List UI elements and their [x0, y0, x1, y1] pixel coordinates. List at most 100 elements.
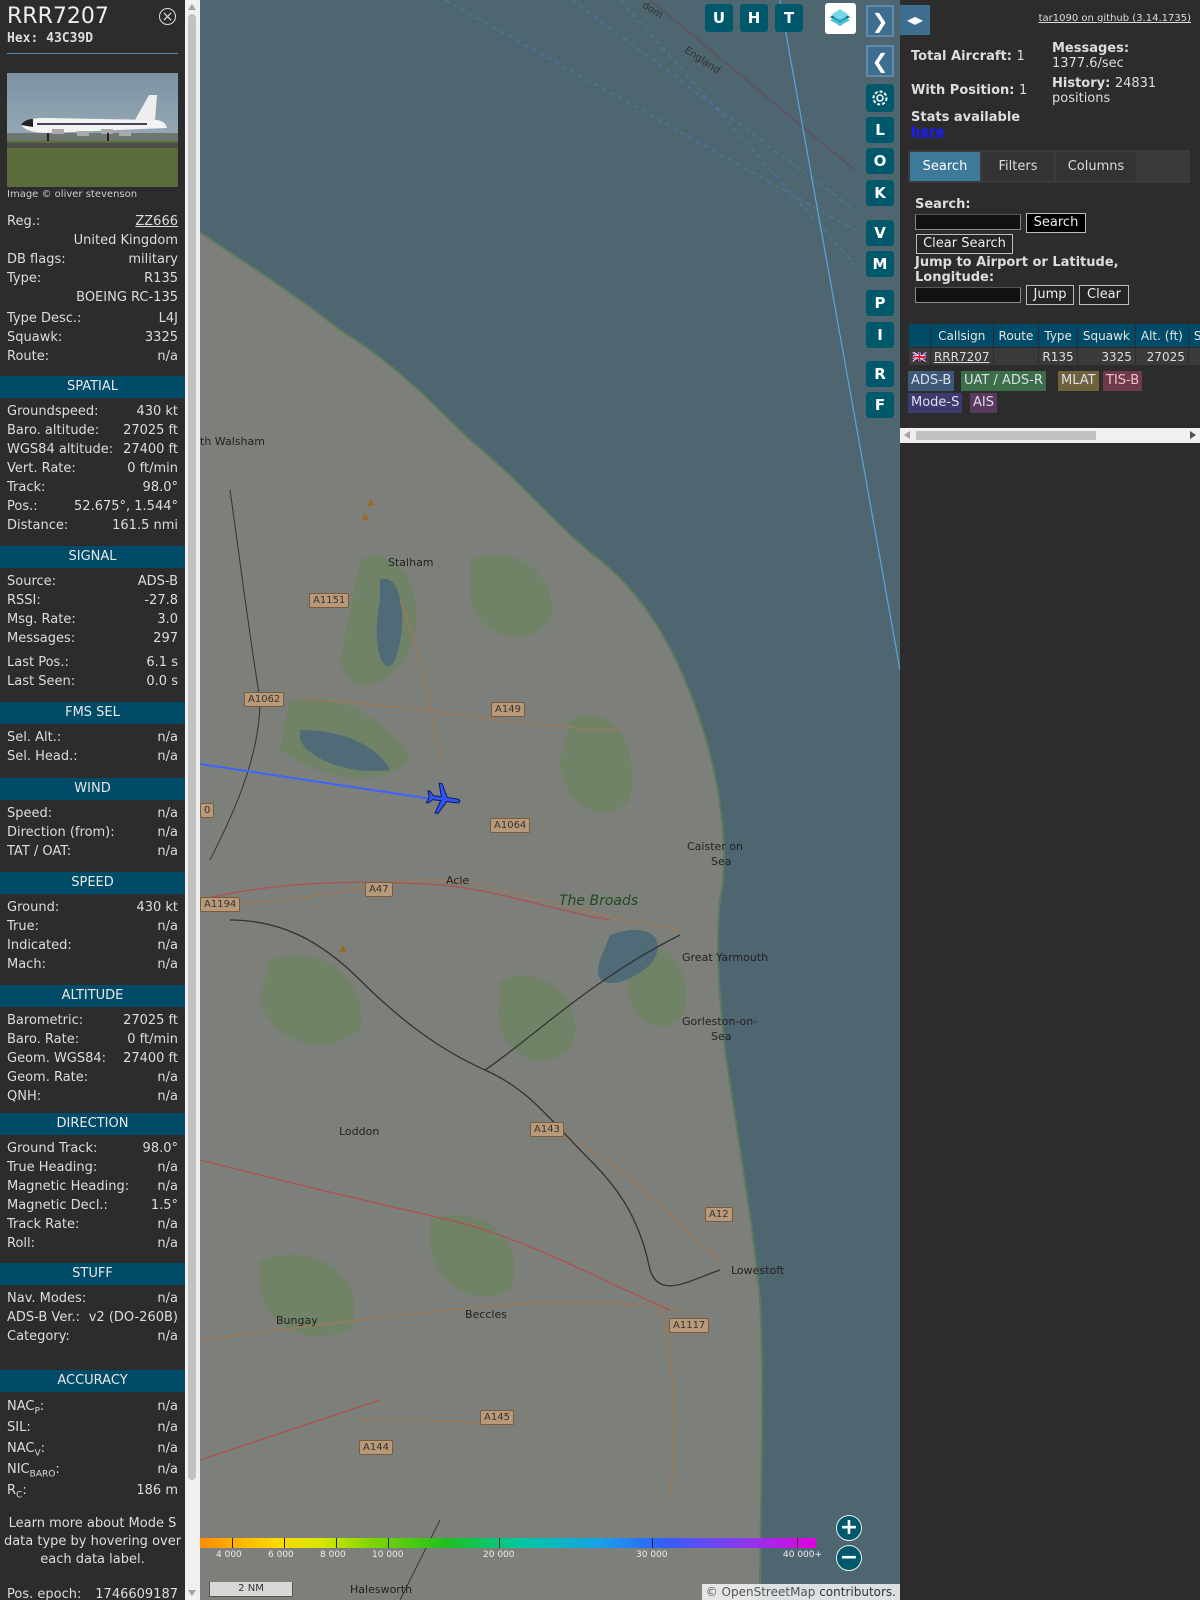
table-horizontal-scrollbar[interactable]	[900, 428, 1200, 443]
section-header-wind[interactable]: WIND	[0, 778, 185, 800]
scroll-up-icon[interactable]	[188, 4, 196, 10]
stat-label[interactable]: True Heading:	[7, 1159, 97, 1177]
back-nav-button[interactable]: ❮	[866, 45, 894, 77]
stat-label[interactable]: Indicated:	[7, 937, 72, 955]
map-button-h[interactable]: H	[740, 4, 768, 32]
stat-label[interactable]: Pos.:	[7, 498, 38, 516]
stat-label[interactable]: Barometric:	[7, 1012, 83, 1030]
stat-label[interactable]: WGS84 altitude:	[7, 441, 113, 459]
map-button-p[interactable]: P	[866, 290, 894, 316]
jump-button[interactable]: Jump	[1026, 285, 1074, 305]
scroll-right-icon[interactable]	[1190, 431, 1196, 439]
stat-label[interactable]: Magnetic Decl.:	[7, 1197, 108, 1215]
map-button-f[interactable]: F	[866, 392, 894, 418]
stat-label[interactable]: Vert. Rate:	[7, 460, 76, 478]
map-button-v[interactable]: V	[866, 220, 894, 246]
osm-link[interactable]: © OpenStreetMap	[706, 1585, 816, 1599]
forward-nav-button[interactable]: ❯	[866, 5, 894, 37]
map-view[interactable]: th Walsham Stalham Acle Caister on Sea Great …	[200, 0, 900, 1600]
settings-button[interactable]	[866, 84, 894, 112]
stat-label[interactable]: Track:	[7, 479, 45, 497]
stat-label[interactable]: Geom. Rate:	[7, 1069, 88, 1087]
scroll-left-icon[interactable]	[904, 431, 910, 439]
column-header-squawk[interactable]: Squawk	[1076, 323, 1136, 348]
section-header-signal[interactable]: SIGNAL	[0, 546, 185, 568]
clear-button[interactable]: Clear	[1079, 285, 1129, 305]
map-button-u[interactable]: U	[705, 4, 733, 32]
source-filter-uat-ads-r[interactable]: UAT / ADS-R	[961, 371, 1046, 391]
stat-label[interactable]: Msg. Rate:	[7, 611, 76, 629]
map-button-i[interactable]: I	[866, 322, 894, 348]
tab-search[interactable]: Search	[910, 152, 980, 181]
aircraft-marker-icon[interactable]	[422, 778, 464, 820]
stat-label[interactable]: Last Pos.:	[7, 654, 69, 672]
stat-label[interactable]: Nav. Modes:	[7, 1290, 86, 1308]
stat-label[interactable]: Sel. Alt.:	[7, 729, 61, 747]
hscroll-thumb[interactable]	[916, 431, 1096, 440]
stat-label[interactable]: Baro. altitude:	[7, 422, 99, 440]
aircraft-photo[interactable]	[7, 73, 178, 187]
stat-label[interactable]: SIL:	[7, 1419, 31, 1437]
source-filter-tis-b[interactable]: TIS-B	[1103, 371, 1143, 391]
section-header-altitude[interactable]: ALTITUDE	[0, 985, 185, 1007]
stat-label[interactable]: QNH:	[7, 1088, 41, 1106]
source-filter-ads-b[interactable]: ADS-B	[908, 371, 955, 391]
toggle-sidebar-button[interactable]: ◂▸	[900, 5, 930, 35]
stat-label[interactable]: Source:	[7, 573, 56, 591]
map-button-k[interactable]: K	[866, 180, 894, 206]
section-header-accuracy[interactable]: ACCURACY	[0, 1370, 185, 1392]
source-filter-mode-s[interactable]: Mode-S	[908, 393, 963, 413]
stat-label[interactable]: Mach:	[7, 956, 46, 974]
column-header-flag[interactable]	[908, 323, 931, 348]
stat-label[interactable]: RSSI:	[7, 592, 41, 610]
stat-label[interactable]: Ground Track:	[7, 1140, 97, 1158]
stat-label[interactable]: Messages:	[7, 630, 75, 648]
stat-label[interactable]: Baro. Rate:	[7, 1031, 79, 1049]
map-button-t[interactable]: T	[775, 4, 803, 32]
stat-label[interactable]: Category:	[7, 1328, 70, 1346]
column-header-alt-ft[interactable]: Alt. (ft)	[1134, 323, 1189, 348]
stat-label[interactable]: Roll:	[7, 1235, 35, 1253]
column-header-type[interactable]: Type	[1038, 323, 1078, 348]
section-header-fms-sel[interactable]: FMS SEL	[0, 702, 185, 724]
stat-label[interactable]: RC:	[7, 1482, 27, 1505]
stat-label[interactable]: True:	[7, 918, 39, 936]
zoom-in-button[interactable]: +	[836, 1515, 862, 1541]
source-filter-mlat[interactable]: MLAT	[1058, 371, 1099, 391]
section-header-direction[interactable]: DIRECTION	[0, 1113, 185, 1135]
info-panel-scrollbar[interactable]	[185, 0, 200, 1600]
section-header-spatial[interactable]: SPATIAL	[0, 376, 185, 398]
map-button-m[interactable]: M	[866, 251, 894, 277]
stat-label[interactable]: Distance:	[7, 517, 68, 535]
stat-label[interactable]: Geom. WGS84:	[7, 1050, 106, 1068]
stat-label[interactable]: Direction (from):	[7, 824, 115, 842]
section-header-stuff[interactable]: STUFF	[0, 1263, 185, 1285]
search-input[interactable]	[915, 214, 1021, 230]
table-row[interactable]: 🇬🇧 RRR7207 R135 3325 27025	[908, 347, 1200, 365]
stat-label[interactable]: TAT / OAT:	[7, 843, 71, 861]
tab-columns[interactable]: Columns	[1056, 152, 1136, 181]
scrollbar-thumb[interactable]	[188, 14, 196, 1480]
stat-label[interactable]: Groundspeed:	[7, 403, 98, 421]
cell-callsign[interactable]: RRR7207	[929, 347, 994, 365]
stat-label[interactable]: NICBARO:	[7, 1461, 60, 1484]
stat-label[interactable]: Last Seen:	[7, 673, 75, 691]
detail-value[interactable]: ZZ666	[135, 213, 178, 231]
scroll-down-icon[interactable]	[188, 1590, 196, 1596]
stat-label[interactable]: NACP:	[7, 1398, 44, 1421]
clear-search-button[interactable]: Clear Search	[916, 234, 1013, 254]
stat-label[interactable]: Ground:	[7, 899, 59, 917]
close-icon[interactable]: ×	[159, 8, 176, 25]
column-header-route[interactable]: Route	[992, 323, 1040, 348]
stats-link[interactable]: here	[911, 125, 944, 140]
map-canvas[interactable]	[200, 0, 900, 1600]
source-filter-ais[interactable]: AIS	[970, 393, 997, 413]
column-header-callsign[interactable]: Callsign	[929, 323, 994, 348]
stat-label[interactable]: Sel. Head.:	[7, 748, 78, 766]
section-header-speed[interactable]: SPEED	[0, 872, 185, 894]
github-link[interactable]: tar1090 on github (3.14.1735)	[1039, 13, 1191, 24]
column-header-spd[interactable]: Spd	[1187, 323, 1200, 348]
stat-label[interactable]: ADS-B Ver.:	[7, 1309, 80, 1327]
stat-label[interactable]: Speed:	[7, 805, 52, 823]
map-button-r[interactable]: R	[866, 361, 894, 387]
